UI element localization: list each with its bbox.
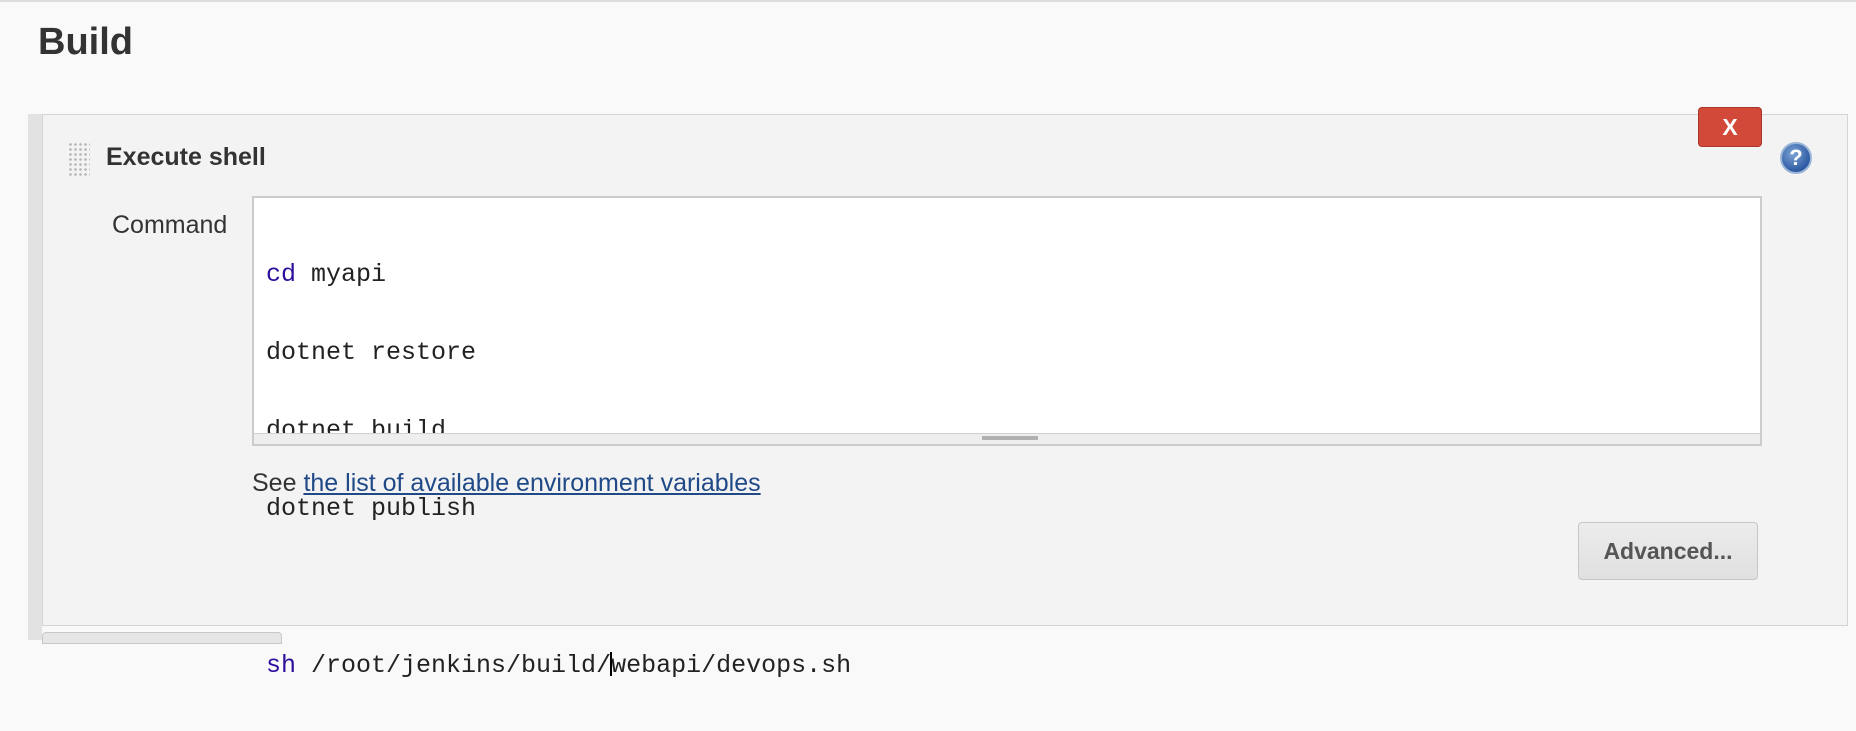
code-keyword: sh bbox=[266, 651, 297, 680]
advanced-button[interactable]: Advanced... bbox=[1578, 522, 1758, 580]
code-line-1: cd myapi bbox=[266, 262, 1748, 288]
code-text: myapi bbox=[296, 260, 387, 289]
code-text: dotnet restore bbox=[266, 338, 477, 367]
step-left-bar bbox=[28, 114, 42, 640]
code-line-6: sh /root/jenkins/build/webapi/devops.sh bbox=[266, 651, 1748, 680]
code-keyword: cd bbox=[266, 260, 297, 289]
code-line-4: dotnet publish bbox=[266, 496, 1748, 522]
code-text: /root/jenkins/build/ bbox=[296, 651, 612, 680]
env-variables-help: See the list of available environment va… bbox=[252, 468, 761, 498]
command-label: Command bbox=[112, 211, 228, 239]
resize-grip-icon bbox=[982, 436, 1038, 440]
env-variables-link[interactable]: the list of available environment variab… bbox=[303, 469, 760, 497]
command-code[interactable]: cd myapi dotnet restore dotnet build dot… bbox=[266, 210, 1748, 679]
top-divider bbox=[0, 0, 1856, 2]
command-textarea[interactable]: cd myapi dotnet restore dotnet build dot… bbox=[252, 196, 1762, 679]
textarea-resize-handle[interactable] bbox=[254, 433, 1760, 444]
step-title: Execute shell bbox=[106, 143, 266, 171]
code-text: dotnet publish bbox=[266, 494, 477, 523]
drag-handle-icon[interactable] bbox=[68, 142, 90, 176]
code-line-2: dotnet restore bbox=[266, 340, 1748, 366]
delete-step-button[interactable]: X bbox=[1698, 107, 1762, 147]
env-help-prefix: See bbox=[252, 469, 304, 497]
add-build-step-button-edge[interactable] bbox=[42, 632, 282, 644]
help-icon[interactable]: ? bbox=[1780, 142, 1812, 174]
code-text: webapi/devops.sh bbox=[611, 651, 852, 680]
section-title-build: Build bbox=[38, 21, 133, 63]
